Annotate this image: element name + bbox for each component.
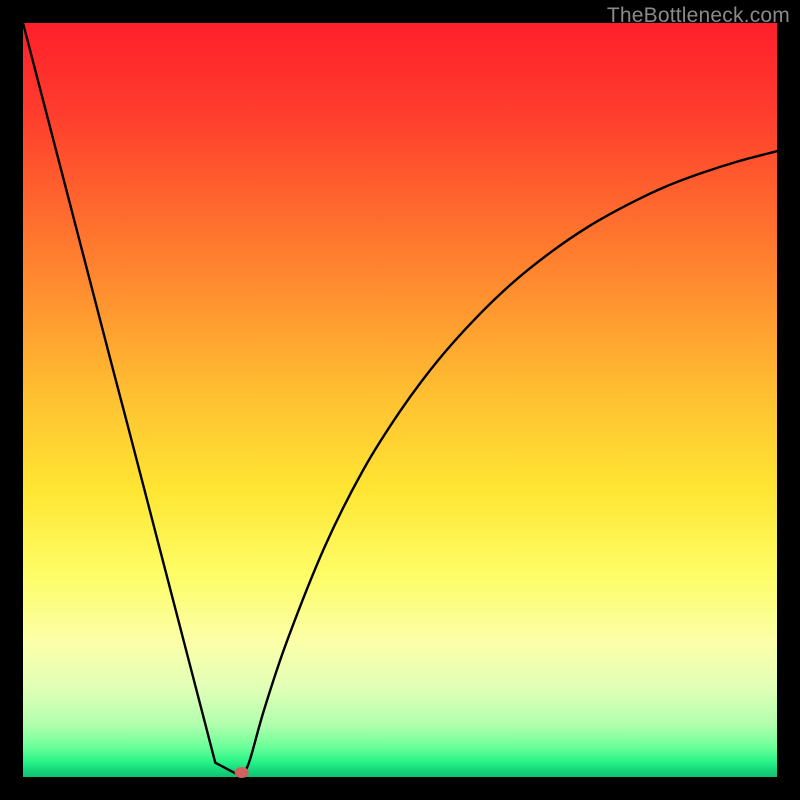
plot-area [23,23,777,777]
watermark-text: TheBottleneck.com [607,4,790,28]
chart-frame: TheBottleneck.com [0,0,800,800]
bottleneck-curve [23,23,777,777]
minimum-marker [235,767,249,778]
